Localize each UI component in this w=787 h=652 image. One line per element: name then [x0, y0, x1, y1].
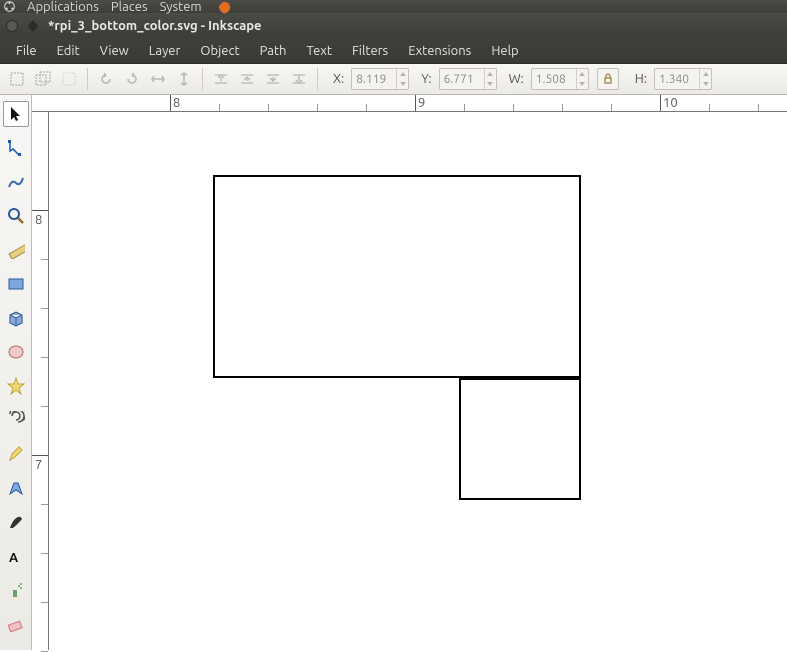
gnome-top-panel: Applications Places System: [0, 0, 787, 13]
tool-box: A: [0, 95, 32, 650]
y-spinner[interactable]: [439, 68, 497, 90]
pencil-tool[interactable]: [3, 441, 29, 467]
y-stepper[interactable]: [484, 69, 496, 89]
rectangle-tool[interactable]: [3, 271, 29, 297]
h-stepper[interactable]: [699, 69, 711, 89]
deselect-button[interactable]: [58, 68, 80, 90]
pen-tool[interactable]: [3, 475, 29, 501]
chevron-down-icon[interactable]: [577, 79, 588, 89]
chevron-up-icon[interactable]: [700, 69, 711, 79]
menu-layer[interactable]: Layer: [139, 40, 191, 62]
separator: [87, 68, 88, 90]
separator: [317, 68, 318, 90]
h-input[interactable]: [655, 73, 699, 86]
canvas[interactable]: [49, 112, 787, 650]
y-label: Y:: [421, 72, 431, 86]
selector-tool[interactable]: [3, 101, 29, 127]
window-title-bar[interactable]: *rpi_3_bottom_color.svg - Inkscape: [0, 13, 787, 38]
w-input[interactable]: [532, 73, 576, 86]
rotate-cw-button[interactable]: [121, 68, 143, 90]
text-tool[interactable]: A: [3, 543, 29, 569]
spray-tool[interactable]: [3, 577, 29, 603]
inkscape-app-icon: [26, 19, 40, 33]
w-label: W:: [509, 72, 524, 86]
eraser-tool[interactable]: [3, 611, 29, 637]
menu-path[interactable]: Path: [250, 40, 297, 62]
window-title: *rpi_3_bottom_color.svg - Inkscape: [48, 19, 262, 33]
calligraphy-tool[interactable]: [3, 509, 29, 535]
w-spinner[interactable]: [531, 68, 589, 90]
measure-tool[interactable]: [3, 237, 29, 263]
ruler-vertical[interactable]: 87: [32, 112, 49, 650]
lower-button[interactable]: [262, 68, 284, 90]
menu-file[interactable]: File: [6, 40, 47, 62]
box3d-tool[interactable]: [3, 305, 29, 331]
x-spinner[interactable]: [351, 68, 409, 90]
lower-bottom-button[interactable]: [288, 68, 310, 90]
window-close-button[interactable]: [6, 20, 18, 32]
menu-bar: File Edit View Layer Object Path Text Fi…: [0, 38, 787, 64]
menu-view[interactable]: View: [90, 40, 139, 62]
star-tool[interactable]: [3, 373, 29, 399]
x-label: X:: [333, 72, 344, 86]
w-stepper[interactable]: [576, 69, 588, 89]
ellipse-tool[interactable]: [3, 339, 29, 365]
y-input[interactable]: [440, 73, 484, 86]
rectangle-large[interactable]: [213, 175, 581, 378]
chevron-up-icon[interactable]: [397, 69, 408, 79]
rotate-ccw-button[interactable]: [95, 68, 117, 90]
menu-filters[interactable]: Filters: [342, 40, 398, 62]
chevron-up-icon[interactable]: [485, 69, 496, 79]
raise-button[interactable]: [236, 68, 258, 90]
h-label: H:: [635, 72, 647, 86]
h-spinner[interactable]: [654, 68, 712, 90]
spiral-tool[interactable]: [3, 407, 29, 433]
menu-object[interactable]: Object: [190, 40, 249, 62]
svg-text:A: A: [9, 551, 19, 565]
tool-options-bar: X: Y: W: H:: [0, 64, 787, 95]
tweak-tool[interactable]: [3, 169, 29, 195]
separator: [202, 68, 203, 90]
raise-top-button[interactable]: [210, 68, 232, 90]
x-input[interactable]: [352, 73, 396, 86]
menu-extensions[interactable]: Extensions: [398, 40, 481, 62]
x-stepper[interactable]: [396, 69, 408, 89]
ubuntu-logo-icon: [4, 1, 15, 12]
firefox-launcher-icon[interactable]: [218, 1, 229, 12]
menu-help[interactable]: Help: [481, 40, 528, 62]
node-tool[interactable]: [3, 135, 29, 161]
ruler-horizontal[interactable]: 8910: [32, 95, 787, 112]
flip-horizontal-button[interactable]: [147, 68, 169, 90]
gnome-menu-system[interactable]: System: [160, 0, 202, 14]
zoom-tool[interactable]: [3, 203, 29, 229]
chevron-down-icon[interactable]: [485, 79, 496, 89]
lock-aspect-button[interactable]: [597, 68, 619, 90]
chevron-down-icon[interactable]: [397, 79, 408, 89]
chevron-up-icon[interactable]: [577, 69, 588, 79]
gnome-menu-places[interactable]: Places: [111, 0, 148, 14]
gnome-menu-applications[interactable]: Applications: [27, 0, 99, 14]
menu-edit[interactable]: Edit: [47, 40, 90, 62]
chevron-down-icon[interactable]: [700, 79, 711, 89]
menu-text[interactable]: Text: [296, 40, 341, 62]
flip-vertical-button[interactable]: [173, 68, 195, 90]
select-all-layers-button[interactable]: [32, 68, 54, 90]
rectangle-small[interactable]: [459, 378, 581, 500]
select-all-button[interactable]: [6, 68, 28, 90]
